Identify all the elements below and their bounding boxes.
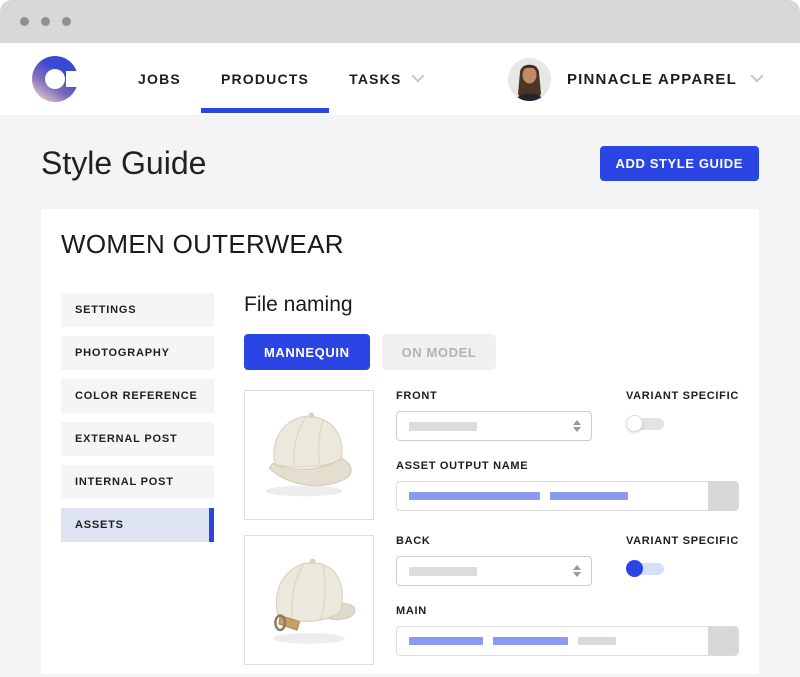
output-name-input[interactable] [396,481,739,511]
nav-item-label: PRODUCTS [221,71,309,87]
product-image-back [244,535,374,665]
output-name-input[interactable] [396,626,739,656]
input-content-bar [409,637,483,645]
sidebar-item-label: INTERNAL POST [75,476,174,488]
input-end-button[interactable] [708,627,738,655]
sidebar-item-assets[interactable]: ASSETS [61,508,214,542]
sidebar-item-label: COLOR REFERENCE [75,390,198,402]
account-name: PINNACLE APPAREL [567,71,737,88]
asset-row: FRONT VARIANT SPECIFIC [244,390,739,520]
angle-select[interactable] [396,411,592,441]
style-guide-card: WOMEN OUTERWEAR SETTINGS PHOTOGRAPHY COL… [41,209,759,674]
toggle-knob [626,560,643,577]
tab-label: ON MODEL [402,345,477,360]
sidebar-item-label: EXTERNAL POST [75,433,178,445]
asset-fields: BACK VARIANT SPECIFIC [396,535,739,665]
variant-specific-field: VARIANT SPECIFIC [626,390,739,441]
woman-portrait-image [508,58,551,101]
sidebar-item-external-post[interactable]: EXTERNAL POST [61,422,214,456]
top-navbar: JOBS PRODUCTS TASKS PINNACLE APPAREL [0,43,800,115]
nav-item-products[interactable]: PRODUCTS [201,43,329,115]
variant-toggle[interactable] [626,415,666,432]
sidebar-item-photography[interactable]: PHOTOGRAPHY [61,336,214,370]
style-guide-name: WOMEN OUTERWEAR [61,229,739,260]
add-style-guide-button[interactable]: ADD STYLE GUIDE [600,146,759,181]
input-end-button[interactable] [708,482,738,510]
output-name-field: ASSET OUTPUT NAME [396,460,739,511]
chevron-down-icon [751,69,764,82]
input-content-bar [409,492,540,500]
c-gradient-logo-icon [32,56,78,102]
angle-label: BACK [396,535,592,547]
variant-toggle[interactable] [626,560,666,577]
angle-field: BACK [396,535,592,586]
product-image-front [244,390,374,520]
input-bar-container [409,637,626,645]
window-titlebar [0,0,800,43]
sidebar-item-settings[interactable]: SETTINGS [61,293,214,327]
select-placeholder-bar [409,567,477,576]
asset-fields: FRONT VARIANT SPECIFIC [396,390,739,520]
card-sidebar: SETTINGS PHOTOGRAPHY COLOR REFERENCE EXT… [61,293,214,674]
window-control-dot[interactable] [41,17,50,26]
cap-front-photo [249,395,369,515]
account-menu[interactable]: PINNACLE APPAREL [508,43,760,115]
sidebar-item-label: PHOTOGRAPHY [75,347,170,359]
angle-select[interactable] [396,556,592,586]
output-name-field: MAIN [396,605,739,656]
page-header: Style Guide ADD STYLE GUIDE [0,115,800,209]
sort-arrows-icon [573,420,581,432]
app-window: JOBS PRODUCTS TASKS PINNACLE APPAREL [0,0,800,677]
nav-item-label: JOBS [138,71,181,87]
input-bar-container [409,492,638,500]
brand[interactable] [32,43,78,115]
angle-label: FRONT [396,390,592,402]
sidebar-item-color-reference[interactable]: COLOR REFERENCE [61,379,214,413]
window-control-dot[interactable] [20,17,29,26]
toggle-knob [626,415,643,432]
sidebar-item-internal-post[interactable]: INTERNAL POST [61,465,214,499]
select-placeholder-bar [409,422,477,431]
variant-specific-field: VARIANT SPECIFIC [626,535,739,586]
input-content-bar [578,637,616,645]
file-naming-panel: File naming MANNEQUIN ON MODEL [244,293,739,674]
sidebar-item-label: ASSETS [75,519,124,531]
variant-specific-label: VARIANT SPECIFIC [626,390,739,402]
input-content-bar [550,492,628,500]
tab-on-model[interactable]: ON MODEL [382,334,497,370]
sort-arrows-icon [573,565,581,577]
nav-item-label: TASKS [349,71,401,87]
output-name-label: MAIN [396,605,739,617]
nav-item-tasks[interactable]: TASKS [329,43,440,115]
tab-label: MANNEQUIN [264,345,350,360]
angle-field: FRONT [396,390,592,441]
cap-back-photo [249,540,369,660]
nav-item-jobs[interactable]: JOBS [118,43,201,115]
page-title: Style Guide [41,145,206,182]
output-name-label: ASSET OUTPUT NAME [396,460,739,472]
asset-row: BACK VARIANT SPECIFIC [244,535,739,665]
input-content-bar [493,637,568,645]
mode-tabs: MANNEQUIN ON MODEL [244,334,739,370]
tab-mannequin[interactable]: MANNEQUIN [244,334,370,370]
sidebar-item-label: SETTINGS [75,304,136,316]
chevron-down-icon [411,69,424,82]
section-title: File naming [244,293,739,317]
window-control-dot[interactable] [62,17,71,26]
avatar [508,58,551,101]
variant-specific-label: VARIANT SPECIFIC [626,535,739,547]
nav-links: JOBS PRODUCTS TASKS [118,43,441,115]
